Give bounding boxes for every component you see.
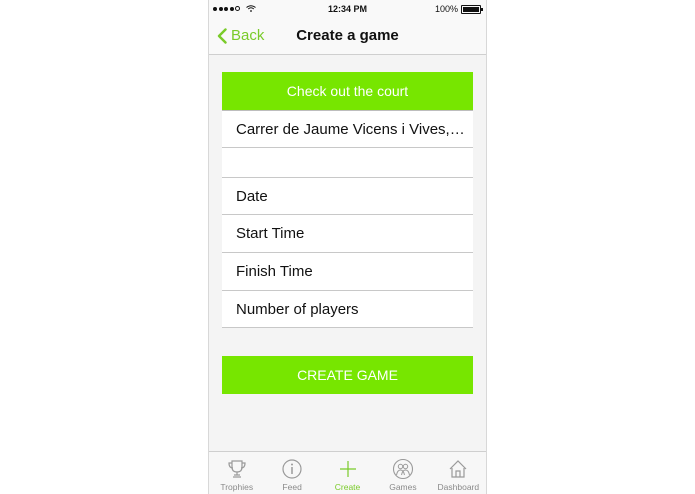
date-field[interactable]: Date bbox=[222, 178, 473, 215]
tab-label: Feed bbox=[282, 482, 302, 492]
check-court-button[interactable]: Check out the court bbox=[222, 72, 473, 111]
start-time-field[interactable]: Start Time bbox=[222, 215, 473, 253]
tab-label: Dashboard bbox=[437, 482, 480, 492]
people-icon bbox=[392, 458, 413, 480]
back-button[interactable]: Back bbox=[217, 27, 264, 44]
empty-field[interactable] bbox=[222, 148, 473, 178]
plus-icon bbox=[339, 461, 356, 477]
info-icon bbox=[282, 459, 302, 479]
tab-feed[interactable]: Feed bbox=[264, 452, 319, 494]
court-address-field[interactable]: Carrer de Jaume Vicens i Vives,… bbox=[222, 111, 473, 148]
tab-trophies[interactable]: Trophies bbox=[209, 452, 264, 494]
status-bar: 12:34 PM 100% bbox=[209, 0, 486, 18]
tab-label: Create bbox=[334, 482, 361, 492]
tab-bar: Trophies Feed Create Games Dashboard bbox=[209, 451, 486, 494]
tab-create[interactable]: Create bbox=[320, 452, 375, 494]
form-panel: Carrer de Jaume Vicens i Vives,… Date St… bbox=[222, 111, 473, 328]
finish-time-field[interactable]: Finish Time bbox=[222, 253, 473, 291]
home-icon bbox=[449, 460, 467, 478]
battery-percent: 100% bbox=[434, 4, 458, 14]
back-label: Back bbox=[231, 27, 265, 44]
number-of-players-field[interactable]: Number of players bbox=[222, 291, 473, 328]
battery-icon bbox=[461, 4, 483, 14]
chevron-left-icon bbox=[217, 27, 227, 44]
tab-dashboard[interactable]: Dashboard bbox=[431, 452, 486, 494]
trophy-icon bbox=[228, 460, 246, 478]
phone-screen: 12:34 PM 100% Back Create a game Check o… bbox=[208, 0, 487, 494]
tab-label: Trophies bbox=[220, 482, 254, 492]
tab-label: Games bbox=[389, 482, 417, 492]
navigation-bar: Back Create a game bbox=[209, 18, 486, 55]
create-game-button[interactable]: CREATE GAME bbox=[222, 356, 473, 394]
tab-games[interactable]: Games bbox=[375, 452, 430, 494]
